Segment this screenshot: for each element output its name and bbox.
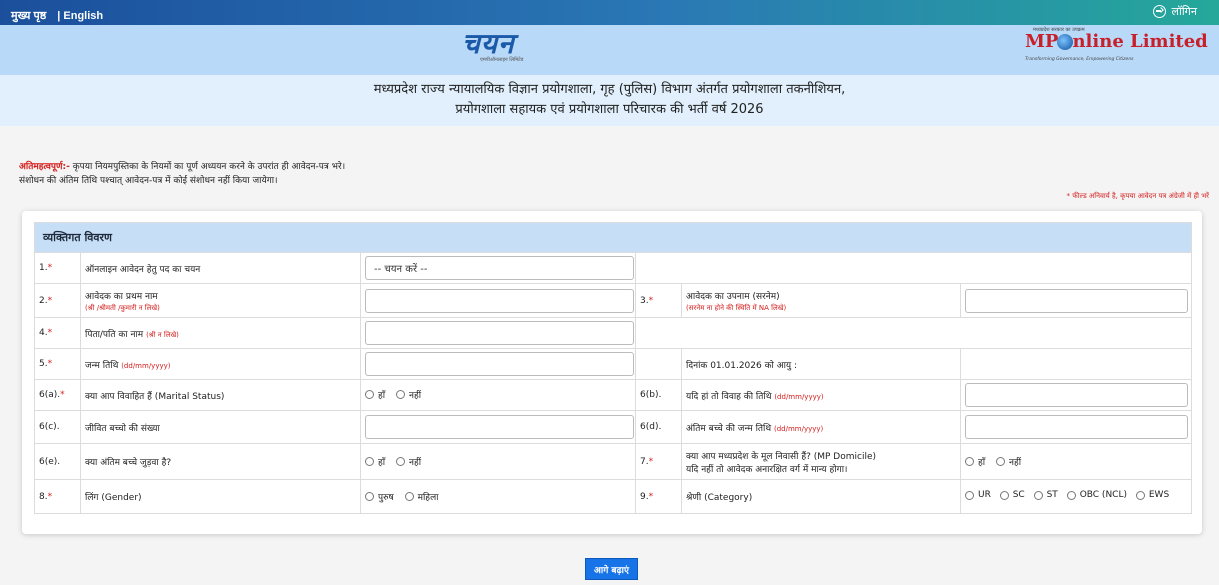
category-ur-radio[interactable]: UR xyxy=(965,490,991,500)
notice-line-2: संशोधन की अंतिम तिथि पश्चात् आवेदन-पत्र … xyxy=(19,176,278,186)
mandatory-note: * फील्ड अनिवार्य है, कृपया आवेदन पत्र अं… xyxy=(1066,192,1209,200)
gender-female-radio[interactable]: महिला xyxy=(404,490,439,503)
notice-important: अतिमहत्वपूर्ण:- xyxy=(19,162,70,172)
gender-male-radio[interactable]: पुरुष xyxy=(365,490,394,503)
domicile-yes-radio[interactable]: हाँ xyxy=(965,455,985,468)
marriage-date-hint: (dd/mm/yyyy) xyxy=(774,392,824,401)
surname-input[interactable] xyxy=(965,288,1188,313)
row-number: 8.* xyxy=(34,479,81,514)
chayan-mark: चयन xyxy=(462,27,515,60)
domicile-label: क्या आप मध्यप्रदेश के मूल निवासी हैं? (M… xyxy=(686,451,877,462)
marriage-date-input[interactable] xyxy=(965,383,1188,407)
row-number: 6(a).* xyxy=(34,379,81,411)
row-number: 5.* xyxy=(34,348,81,380)
top-nav: मुख्य पृष्ठ | English xyxy=(11,8,111,23)
children-count-input[interactable] xyxy=(365,415,634,439)
surname-hint: (सरनेम ना होने की स्थिति में NA लिखे) xyxy=(686,303,787,312)
post-label: ऑनलाइन आवेदन हेतु पद का चयन xyxy=(80,252,361,284)
category-obc-radio[interactable]: OBC (NCL) xyxy=(1066,490,1127,500)
home-link[interactable]: मुख्य पृष्ठ xyxy=(11,10,46,22)
domicile-no-radio[interactable]: नहीं xyxy=(996,455,1021,468)
login-link[interactable]: लॉगिन xyxy=(1152,4,1197,19)
category-ews-radio[interactable]: EWS xyxy=(1135,490,1169,500)
notice: अतिमहत्वपूर्ण:- कृपया नियमपुस्तिका के नि… xyxy=(19,160,345,188)
post-select[interactable]: -- चयन करें -- xyxy=(365,256,634,280)
next-button[interactable]: आगे बढ़ाएं xyxy=(585,558,638,580)
dob-input[interactable] xyxy=(365,352,634,376)
chayan-logo: चयन एमपीऑनलाइन लिमिटेड xyxy=(462,29,572,71)
marriage-date-label: यदि हां तो विवाह की तिथि xyxy=(686,391,772,402)
first-name-label: आवेदक का प्रथम नाम xyxy=(85,291,158,302)
first-name-input[interactable] xyxy=(365,288,634,313)
last-child-dob-hint: (dd/mm/yyyy) xyxy=(774,424,824,433)
english-link[interactable]: | English xyxy=(57,10,103,22)
category-sc-radio[interactable]: SC xyxy=(999,490,1025,500)
row-number: 7.* xyxy=(635,443,682,480)
gender-label: लिंग (Gender) xyxy=(80,479,361,514)
dob-label: जन्म तिथि xyxy=(85,360,119,371)
login-icon xyxy=(1152,5,1166,18)
section-title: व्यक्तिगत विवरण xyxy=(33,222,1193,253)
row-number: 6(e). xyxy=(34,443,81,480)
age-label: दिनांक 01.01.2026 को आयु : xyxy=(681,348,961,380)
marital-label: क्या आप विवाहित हैं (Marital Status) xyxy=(80,379,361,411)
personal-details-table: व्यक्तिगत विवरण 1.* ऑनलाइन आवेदन हेतु पद… xyxy=(33,222,1193,514)
father-name-label: पिता/पति का नाम xyxy=(85,329,144,340)
surname-label: आवेदक का उपनाम (सरनेम) xyxy=(686,291,780,302)
row-number: 4.* xyxy=(34,317,81,349)
category-label: श्रेणी (Category) xyxy=(681,479,961,514)
last-child-dob-input[interactable] xyxy=(965,415,1188,439)
father-name-input[interactable] xyxy=(365,321,634,345)
row-number: 6(b). xyxy=(635,379,682,411)
first-name-hint: (श्री /श्रीमती /कुमारी न लिखे) xyxy=(85,303,160,312)
row-number: 6(c). xyxy=(34,410,81,444)
twins-label: क्या अंतिम बच्चे जुड़वा है? xyxy=(80,443,361,480)
top-bar: मुख्य पृष्ठ | English लॉगिन xyxy=(0,0,1219,25)
notice-line-1: कृपया नियमपुस्तिका के नियमों का पूर्ण अध… xyxy=(69,162,346,172)
mponline-name: MP nline Limited xyxy=(1025,31,1208,52)
marital-yes-radio[interactable]: हाँ xyxy=(365,388,385,401)
row-number: 2.* xyxy=(34,283,81,318)
marital-no-radio[interactable]: नहीं xyxy=(396,388,421,401)
mponline-sub: Transforming Governance, Empowering Citi… xyxy=(1025,57,1134,62)
children-count-label: जीवित बच्चो की संख्या xyxy=(80,410,361,444)
category-st-radio[interactable]: ST xyxy=(1033,490,1058,500)
last-child-dob-label: अंतिम बच्चे की जन्म तिथि xyxy=(686,423,772,434)
page-title: मध्यप्रदेश राज्य न्यायालयिक विज्ञान प्रय… xyxy=(0,75,1219,126)
title-line-1: मध्यप्रदेश राज्य न्यायालयिक विज्ञान प्रय… xyxy=(373,82,846,97)
twins-yes-radio[interactable]: हाँ xyxy=(365,455,385,468)
father-name-hint: (श्री न लिखे) xyxy=(146,330,179,339)
row-number: 3.* xyxy=(635,283,682,318)
title-line-2: प्रयोगशाला सहायक एवं प्रयोगशाला परिचारक … xyxy=(455,102,764,117)
mponline-logo: मध्यप्रदेश सरकार का उपक्रम MP nline Limit… xyxy=(1023,25,1208,73)
domicile-note: यदि नहीं तो आवेदक अनारक्षित वर्ग में मान… xyxy=(686,464,848,475)
logo-band: चयन एमपीऑनलाइन लिमिटेड मध्यप्रदेश सरकार … xyxy=(0,25,1219,75)
twins-no-radio[interactable]: नहीं xyxy=(396,455,421,468)
row-number: 1.* xyxy=(34,252,81,284)
age-value xyxy=(959,348,1193,380)
row-number: 6(d). xyxy=(635,410,682,444)
row-number: 9.* xyxy=(635,479,682,514)
login-label: लॉगिन xyxy=(1171,6,1197,18)
dob-hint: (dd/mm/yyyy) xyxy=(121,361,171,370)
chayan-sub: एमपीऑनलाइन लिमिटेड xyxy=(480,57,524,63)
